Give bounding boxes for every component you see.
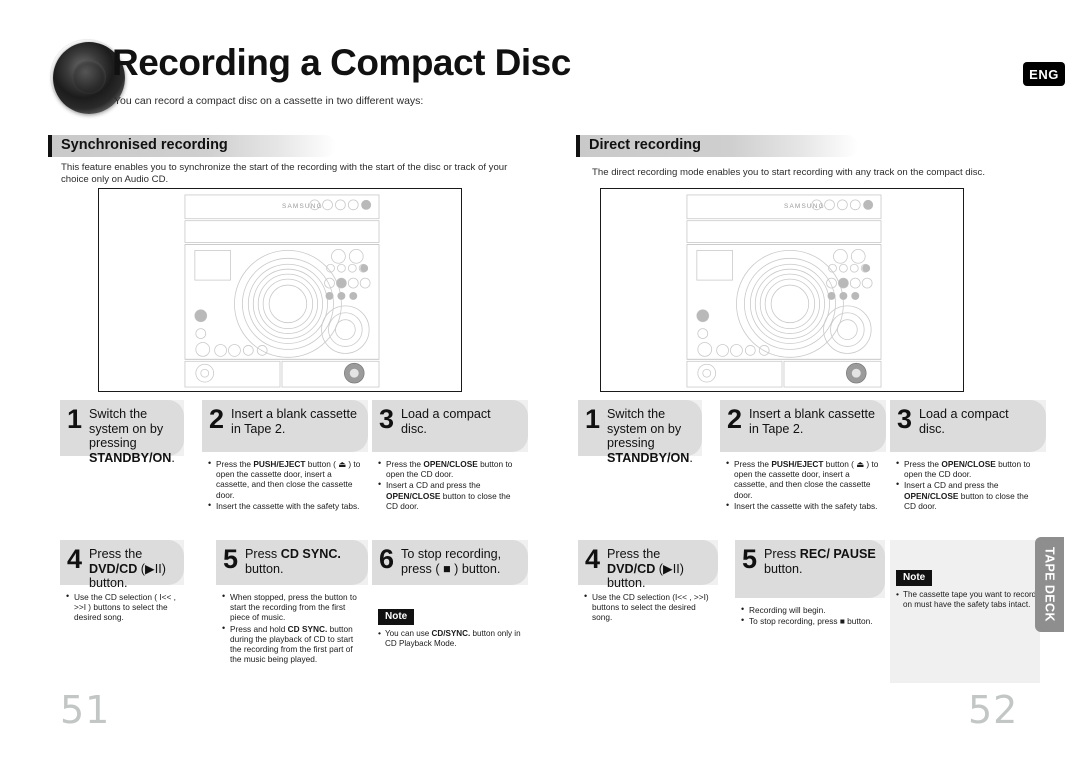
bullet-item: Use the CD selection ( I<< , >>I ) butto… — [66, 591, 178, 623]
bullet-item: Press the PUSH/EJECT button ( ⏏ ) to ope… — [208, 458, 362, 500]
note-badge: Note — [896, 569, 933, 586]
note-body: You can use CD/SYNC. button only in CD P… — [378, 628, 524, 649]
section-desc-right: The direct recording mode enables you to… — [592, 167, 986, 178]
product-illustration-left: SAMSUNG — [98, 188, 462, 392]
note-badge: Note — [378, 608, 415, 625]
step-instruction: Switch the system on by pressing STANDBY… — [607, 407, 693, 465]
section-desc-left: This feature enables you to synchronize … — [61, 162, 508, 185]
step-bullets: Recording will begin.To stop recording, … — [741, 604, 879, 626]
step-instruction: Insert a blank cassette in Tape 2. — [231, 407, 358, 436]
step-number: 5 — [742, 544, 758, 574]
step-box-left-3: 3 Load a compact disc. Press the OPEN/CL… — [372, 400, 528, 530]
bullet-item: Recording will begin. — [741, 604, 879, 615]
page-subtitle: You can record a compact disc on a casse… — [114, 95, 424, 107]
step-instruction: Press CD SYNC. button. — [245, 547, 341, 576]
bullet-item: You can use CD/SYNC. button only in CD P… — [378, 628, 524, 649]
page-title: Recording a Compact Disc — [112, 42, 571, 83]
page-number-left: 51 — [60, 688, 111, 732]
svg-text:SAMSUNG: SAMSUNG — [784, 203, 825, 210]
svg-text:SAMSUNG: SAMSUNG — [282, 203, 323, 210]
bullet-item: Press the PUSH/EJECT button ( ⏏ ) to ope… — [726, 458, 880, 500]
section-title-right: Direct recording — [589, 137, 701, 153]
language-badge: ENG — [1023, 62, 1065, 86]
step-instruction: Press REC/ PAUSE button. — [764, 547, 876, 576]
step-instruction: Load a compact disc. — [401, 407, 491, 436]
bullet-item: When stopped, press the button to start … — [222, 591, 362, 623]
bullet-item: Insert the cassette with the safety tabs… — [208, 500, 362, 511]
section-accent-bar — [576, 135, 580, 157]
step-number: 2 — [727, 404, 743, 434]
step-box-left-2: 2 Insert a blank cassette in Tape 2. Pre… — [202, 400, 368, 530]
step-bullets: Use the CD selection ( I<< , >>I ) butto… — [66, 591, 178, 623]
note-body: The cassette tape you want to record on … — [896, 589, 1040, 610]
note-items: You can use CD/SYNC. button only in CD P… — [378, 628, 524, 649]
step-instruction: Press the DVD/CD (▶II) button. — [89, 547, 166, 591]
side-tab-tape-deck[interactable]: TAPE DECK — [1035, 537, 1064, 632]
step-box-right-5: 5 Press REC/ PAUSE button. Recording wil… — [735, 540, 885, 683]
step-bullets: Press the PUSH/EJECT button ( ⏏ ) to ope… — [208, 458, 362, 511]
product-illustration-right: SAMSUNG — [600, 188, 964, 392]
step-box-left-4: 4 Press the DVD/CD (▶II) button. Use the… — [60, 540, 184, 683]
step-box-right-1: 1 Switch the system on by pressing STAND… — [578, 400, 702, 530]
bullet-item: Press the OPEN/CLOSE button to open the … — [896, 458, 1040, 479]
step-number: 4 — [585, 544, 601, 574]
bullet-item: Insert the cassette with the safety tabs… — [726, 500, 880, 511]
section-accent-bar — [48, 135, 52, 157]
bullet-item: Press the OPEN/CLOSE button to open the … — [378, 458, 522, 479]
step-number: 1 — [585, 404, 601, 434]
section-header-synchronised: Synchronised recording — [48, 135, 336, 157]
manual-page: Recording a Compact Disc You can record … — [0, 0, 1080, 763]
bullet-item: The cassette tape you want to record on … — [896, 589, 1040, 610]
note-left: Note You can use CD/SYNC. button only in… — [378, 606, 524, 649]
side-tab-label: TAPE DECK — [1042, 547, 1057, 622]
step-instruction: Switch the system on by pressing STANDBY… — [89, 407, 175, 465]
step-bullets: Press the OPEN/CLOSE button to open the … — [378, 458, 522, 511]
step-box-left-5: 5 Press CD SYNC. button. When stopped, p… — [216, 540, 368, 683]
step-box-right-4: 4 Press the DVD/CD (▶II) button. Use the… — [578, 540, 718, 683]
step-box-left-1: 1 Switch the system on by pressing STAND… — [60, 400, 184, 530]
step-number: 1 — [67, 404, 83, 434]
note-right: Note The cassette tape you want to recor… — [896, 567, 1040, 610]
bullet-item: Insert a CD and press the OPEN/CLOSE but… — [378, 479, 522, 511]
step-box-right-2: 2 Insert a blank cassette in Tape 2. Pre… — [720, 400, 886, 530]
bullet-item: Use the CD selection (I<< , >>I) buttons… — [584, 591, 712, 623]
step-box-right-3: 3 Load a compact disc. Press the OPEN/CL… — [890, 400, 1046, 530]
step-number: 3 — [897, 404, 913, 434]
step-bullets: When stopped, press the button to start … — [222, 591, 362, 665]
step-number: 2 — [209, 404, 225, 434]
section-title-left: Synchronised recording — [61, 137, 228, 153]
step-instruction: Insert a blank cassette in Tape 2. — [749, 407, 876, 436]
step-bullets: Use the CD selection (I<< , >>I) buttons… — [584, 591, 712, 623]
step-number: 5 — [223, 544, 239, 574]
step-column-bg-r6 — [890, 540, 1040, 683]
bullet-item: Insert a CD and press the OPEN/CLOSE but… — [896, 479, 1040, 511]
section-header-direct: Direct recording — [576, 135, 858, 157]
step-instruction: Load a compact disc. — [919, 407, 1009, 436]
note-items: The cassette tape you want to record on … — [896, 589, 1040, 610]
step-bullets: Press the PUSH/EJECT button ( ⏏ ) to ope… — [726, 458, 880, 511]
step-instruction: To stop recording, press ( ■ ) button. — [401, 547, 502, 576]
step-number: 4 — [67, 544, 83, 574]
bullet-item: To stop recording, press ■ button. — [741, 615, 879, 626]
step-bullets: Press the OPEN/CLOSE button to open the … — [896, 458, 1040, 511]
page-number-right: 52 — [968, 688, 1019, 732]
step-instruction: Press the DVD/CD (▶II) button. — [607, 547, 684, 591]
bullet-item: Press and hold CD SYNC. button during th… — [222, 623, 362, 665]
step-number: 6 — [379, 544, 395, 574]
step-number: 3 — [379, 404, 395, 434]
